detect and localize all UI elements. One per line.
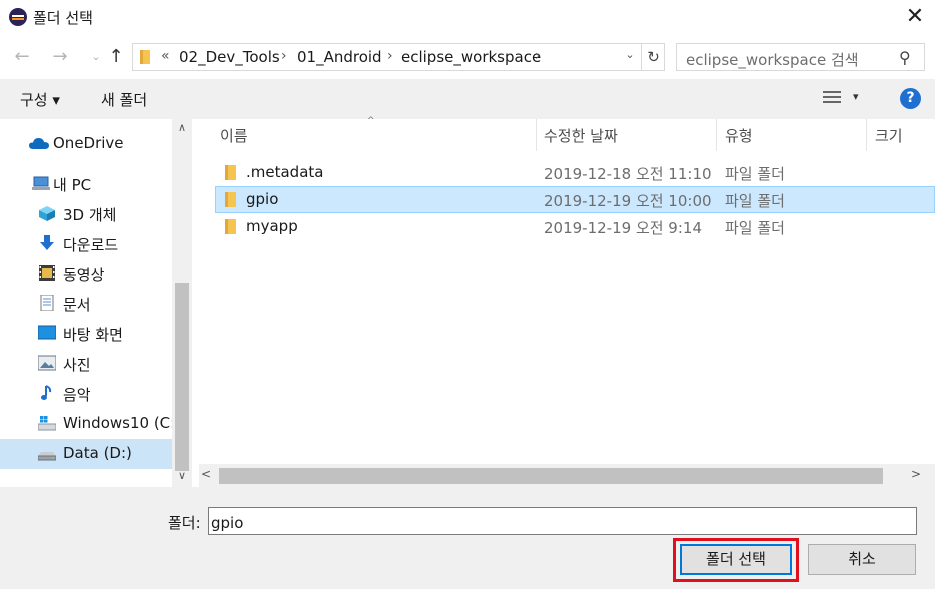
file-modified: 2019-12-19 오전 10:00 [544, 192, 712, 210]
file-type: 파일 폴더 [725, 165, 785, 183]
file-list-horizontal-scrollbar[interactable]: < > [199, 464, 935, 487]
scrollbar-thumb[interactable] [175, 283, 189, 471]
folder-icon [140, 50, 150, 64]
title-bar: 폴더 선택 ✕ [0, 0, 935, 36]
sidebar-item-label: Windows10 (C:) [63, 414, 182, 432]
file-name: myapp [246, 217, 298, 235]
file-row[interactable]: .metadata 2019-12-18 오전 11:10 파일 폴더 [215, 159, 935, 186]
picture-icon [38, 355, 56, 371]
new-folder-button[interactable]: 새 폴더 [101, 89, 147, 110]
document-icon [40, 295, 54, 311]
search-icon[interactable]: ⚲ [899, 48, 911, 67]
sidebar-item-3d-objects[interactable]: 3D 개체 [0, 199, 172, 229]
sidebar-item-label: 3D 개체 [63, 206, 117, 224]
sidebar-item-label: 바탕 화면 [63, 326, 123, 344]
breadcrumb-separator[interactable]: › [281, 48, 287, 64]
help-button[interactable]: ? [900, 88, 921, 109]
file-list: ^ 이름 수정한 날짜 유형 크기 .metadata 2019-12-18 오… [199, 116, 935, 464]
search-placeholder: eclipse_workspace 검색 [686, 51, 859, 69]
column-header-modified[interactable]: 수정한 날짜 [544, 125, 618, 146]
cloud-icon [29, 138, 49, 149]
sidebar-item-drive-d[interactable]: Data (D:) [0, 439, 172, 469]
folder-name-input[interactable] [208, 507, 917, 535]
sidebar-item-label: 문서 [63, 296, 91, 314]
file-modified: 2019-12-19 오전 9:14 [544, 219, 702, 237]
sidebar-item-this-pc[interactable]: 내 PC [0, 169, 172, 199]
sort-ascending-icon: ^ [367, 116, 375, 126]
breadcrumb-item[interactable]: 01_Android [297, 48, 382, 66]
refresh-button[interactable]: ↻ [641, 44, 665, 70]
nav-pane-scrollbar[interactable]: ∧ ∨ [172, 119, 192, 487]
sidebar-item-videos[interactable]: 동영상 [0, 259, 172, 289]
file-type: 파일 폴더 [725, 192, 785, 210]
organize-button[interactable]: 구성 ▾ [20, 89, 60, 110]
address-bar[interactable]: « 02_Dev_Tools › 01_Android › eclipse_wo… [132, 43, 665, 71]
drive-icon [38, 452, 56, 461]
desktop-icon [38, 325, 56, 340]
scroll-left-button[interactable]: < [201, 467, 211, 481]
file-row[interactable]: myapp 2019-12-19 오전 9:14 파일 폴더 [215, 213, 935, 240]
sidebar-item-pictures[interactable]: 사진 [0, 349, 172, 379]
computer-icon [32, 176, 50, 190]
sidebar-item-label: 다운로드 [63, 236, 119, 254]
sidebar-item-label: Data (D:) [63, 444, 132, 462]
sidebar-item-desktop[interactable]: 바탕 화면 [0, 319, 172, 349]
file-type: 파일 폴더 [725, 219, 785, 237]
sidebar-item-label: 사진 [63, 356, 91, 374]
search-input[interactable]: eclipse_workspace 검색 ⚲ [676, 43, 925, 71]
breadcrumb-item[interactable]: 02_Dev_Tools [179, 48, 280, 66]
column-divider[interactable] [716, 119, 717, 151]
toolbar: 구성 ▾ 새 폴더 ▾ ? [0, 79, 935, 119]
column-header-name[interactable]: 이름 [220, 125, 248, 146]
column-divider[interactable] [536, 119, 537, 151]
scroll-right-button[interactable]: > [911, 467, 921, 481]
sidebar-item-drive-c[interactable]: Windows10 (C:) [0, 409, 181, 439]
scroll-down-button[interactable]: ∨ [172, 469, 192, 487]
file-name: gpio [246, 190, 279, 208]
close-button[interactable]: ✕ [900, 4, 930, 32]
breadcrumb-item[interactable]: eclipse_workspace [401, 48, 541, 66]
windows-drive-icon [38, 416, 56, 431]
view-dropdown-button[interactable]: ▾ [853, 90, 859, 103]
column-header-type[interactable]: 유형 [725, 125, 753, 146]
download-icon [40, 235, 54, 250]
music-icon [41, 385, 52, 400]
sidebar-item-music[interactable]: 음악 [0, 379, 172, 409]
file-name: .metadata [246, 163, 324, 181]
sidebar-item-downloads[interactable]: 다운로드 [0, 229, 172, 259]
scroll-up-button[interactable]: ∧ [172, 121, 192, 139]
file-modified: 2019-12-18 오전 11:10 [544, 165, 712, 183]
select-folder-button[interactable]: 폴더 선택 [680, 544, 792, 575]
breadcrumb-overflow[interactable]: « [161, 48, 170, 64]
scrollbar-thumb[interactable] [219, 468, 883, 484]
breadcrumb-separator[interactable]: › [387, 48, 393, 64]
sidebar-item-label: 음악 [63, 386, 91, 404]
up-folder-button[interactable]: ↑ [105, 47, 127, 69]
navigation-pane: OneDrive 내 PC 3D 개체 다운로드 동영상 문서 바탕 화면 사진… [0, 119, 192, 487]
recent-locations-dropdown[interactable]: ⌄ [85, 47, 107, 69]
address-dropdown-button[interactable]: ⌄ [621, 48, 639, 61]
sidebar-item-label: 내 PC [53, 176, 92, 194]
folder-icon [225, 165, 236, 180]
back-button[interactable]: ← [11, 47, 33, 69]
dialog-footer: 폴더: 폴더 선택 취소 [0, 487, 935, 589]
video-icon [39, 265, 55, 281]
column-header-size[interactable]: 크기 [875, 125, 903, 146]
sidebar-item-onedrive[interactable]: OneDrive [0, 129, 172, 159]
sidebar-item-label: 동영상 [63, 266, 105, 284]
view-options-icon[interactable] [823, 90, 845, 106]
breadcrumb-separator[interactable]: › [535, 48, 541, 64]
sidebar-item-label: OneDrive [53, 134, 124, 152]
folder-icon [225, 219, 236, 234]
folder-icon [225, 192, 236, 207]
eclipse-app-icon [9, 8, 27, 26]
folder-field-label: 폴더: [168, 514, 201, 532]
file-row[interactable]: gpio 2019-12-19 오전 10:00 파일 폴더 [215, 186, 935, 213]
window-title: 폴더 선택 [33, 9, 93, 27]
cancel-button[interactable]: 취소 [808, 544, 916, 575]
column-divider[interactable] [866, 119, 867, 151]
forward-button[interactable]: → [49, 47, 71, 69]
sidebar-item-documents[interactable]: 문서 [0, 289, 172, 319]
cube-icon [39, 206, 55, 221]
